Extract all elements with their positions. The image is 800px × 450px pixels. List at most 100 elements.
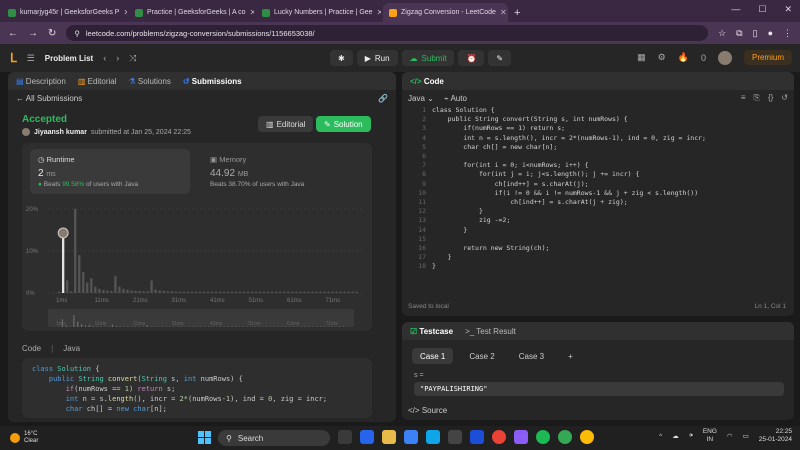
tab-submissions[interactable]: ↺ Submissions	[183, 77, 242, 86]
distribution-bar[interactable]	[206, 291, 210, 293]
distribution-bar[interactable]	[198, 291, 201, 293]
tab-description[interactable]: ▤ Description	[16, 77, 66, 86]
weather-widget[interactable]: 16°C Clear	[0, 431, 38, 445]
distribution-bar[interactable]	[134, 290, 137, 293]
code-line[interactable]: ch[ind++] = s.charAt(j + zig);	[432, 198, 706, 207]
distribution-bar[interactable]	[254, 291, 258, 293]
distribution-bar[interactable]	[355, 291, 358, 293]
distribution-bar[interactable]	[186, 291, 189, 293]
language-indicator[interactable]: ENG IN	[703, 428, 717, 444]
distribution-bar[interactable]	[311, 291, 314, 293]
distribution-bar[interactable]	[210, 291, 214, 293]
format-icon[interactable]: ≡	[741, 93, 746, 103]
next-problem-icon[interactable]: ›	[116, 53, 119, 63]
distribution-bar[interactable]	[283, 291, 286, 293]
distribution-bar[interactable]	[82, 272, 85, 293]
close-tab-icon[interactable]: ✕	[250, 8, 254, 17]
close-tab-icon[interactable]: ✕	[500, 8, 507, 17]
distribution-bar[interactable]	[118, 286, 121, 293]
distribution-bar[interactable]	[62, 238, 65, 293]
distribution-bar[interactable]	[250, 291, 254, 293]
distribution-bar[interactable]	[194, 291, 197, 293]
forward-icon[interactable]: →	[28, 28, 38, 39]
bookmark-icon[interactable]: ⎘	[754, 93, 760, 103]
distribution-bar[interactable]	[126, 289, 129, 293]
distribution-bar[interactable]	[295, 291, 298, 293]
app-icon-2[interactable]	[514, 430, 528, 444]
distribution-bar[interactable]	[242, 291, 246, 293]
code-editor[interactable]: 1 2 3 4 5 6 7 8 9 10 11 12 13 14 15 16 1…	[402, 106, 794, 302]
minimize-icon[interactable]: —	[731, 4, 740, 15]
distribution-bar[interactable]	[74, 209, 77, 293]
distribution-bar[interactable]	[214, 291, 218, 293]
windows-start-icon[interactable]	[198, 431, 211, 444]
code-line[interactable]: }	[432, 207, 706, 216]
editorial-button[interactable]: ▥ Editorial	[258, 116, 314, 132]
code-line[interactable]: public String convert(String s, int numR…	[432, 115, 706, 124]
distribution-bar[interactable]	[158, 290, 161, 293]
tab-test-result[interactable]: >_ Test Result	[465, 327, 516, 336]
distribution-bar[interactable]	[218, 291, 222, 293]
distribution-bar[interactable]	[78, 255, 81, 293]
avatar[interactable]	[717, 50, 732, 65]
distribution-bar[interactable]	[279, 291, 282, 293]
distribution-bar[interactable]	[106, 290, 109, 293]
distribution-bar[interactable]	[178, 291, 181, 293]
distribution-bar[interactable]	[94, 286, 97, 293]
distribution-bar[interactable]	[327, 291, 330, 293]
distribution-bar[interactable]	[122, 288, 125, 293]
distribution-bar[interactable]	[58, 291, 61, 293]
widgets-icon[interactable]	[338, 430, 352, 444]
reset-icon[interactable]: ↺	[781, 93, 788, 103]
distribution-bar[interactable]	[323, 291, 326, 293]
code-line[interactable]: if(numRows == 1) return s;	[432, 124, 706, 133]
clock[interactable]: 22:25 25-01-2024	[759, 428, 792, 444]
notes-button[interactable]: ✎	[488, 50, 512, 66]
code-line[interactable]: }	[432, 262, 706, 271]
app-icon[interactable]	[404, 430, 418, 444]
distribution-bar[interactable]	[90, 278, 93, 293]
edge-icon[interactable]	[426, 430, 440, 444]
distribution-bar[interactable]	[114, 276, 117, 293]
distribution-bar[interactable]	[246, 291, 250, 293]
close-window-icon[interactable]: ✕	[784, 4, 792, 15]
distribution-bar[interactable]	[86, 282, 89, 294]
add-case-icon[interactable]: +	[560, 348, 581, 364]
distribution-bar[interactable]	[271, 291, 274, 293]
extensions-icon[interactable]: ⧉	[736, 28, 742, 39]
chevron-up-icon[interactable]: ^	[659, 433, 662, 440]
chrome-profile-icon[interactable]	[558, 430, 572, 444]
distribution-bar[interactable]	[262, 291, 266, 293]
runtime-distribution-chart[interactable]: 20% 10% 0% 1ms 11ms 21ms 31ms 41ms 51ms 61ms 71ms 1…	[22, 143, 372, 331]
distribution-bar[interactable]	[138, 290, 141, 293]
code-line[interactable]: class Solution {	[432, 106, 706, 115]
distribution-bar[interactable]	[130, 290, 133, 293]
back-icon[interactable]: ←	[8, 28, 18, 39]
debug-button[interactable]: ✱	[330, 50, 353, 66]
new-tab-icon[interactable]: +	[514, 7, 520, 19]
sidebar-icon[interactable]: ▯	[753, 28, 758, 39]
tab-solutions[interactable]: ⚗ Solutions	[129, 77, 171, 86]
reload-icon[interactable]: ↻	[48, 28, 56, 39]
timer-button[interactable]: ⏰	[458, 50, 485, 66]
distribution-bar[interactable]	[331, 291, 334, 293]
close-tab-icon[interactable]: ✕	[377, 8, 381, 17]
distribution-bar[interactable]	[146, 291, 149, 293]
tab-code[interactable]: </> Code	[410, 77, 444, 86]
premium-button[interactable]: Premium	[743, 50, 792, 65]
code-line[interactable]: }	[432, 226, 706, 235]
close-tab-icon[interactable]: ✕	[123, 8, 127, 17]
leetcode-logo-icon[interactable]: ᒪ	[10, 51, 17, 65]
code-line[interactable]: for(int j = i; j<s.length(); j += incr) …	[432, 170, 706, 179]
problem-list-link[interactable]: Problem List	[45, 54, 93, 63]
url-bar[interactable]: ⚲ leetcode.com/problems/zigzag-conversio…	[66, 25, 709, 41]
profile-icon[interactable]: ●	[768, 28, 773, 38]
distribution-bar[interactable]	[182, 291, 185, 293]
taskbar-search[interactable]: ⚲ Search	[218, 430, 330, 446]
all-submissions-link[interactable]: ← All Submissions	[16, 94, 82, 103]
distribution-bar[interactable]	[110, 290, 113, 293]
browser-tab-2[interactable]: Practice | GeeksforGeeks | A co ✕	[129, 3, 254, 22]
prev-problem-icon[interactable]: ‹	[103, 53, 106, 63]
distribution-bar[interactable]	[174, 291, 177, 293]
braces-icon[interactable]: {}	[768, 93, 773, 103]
